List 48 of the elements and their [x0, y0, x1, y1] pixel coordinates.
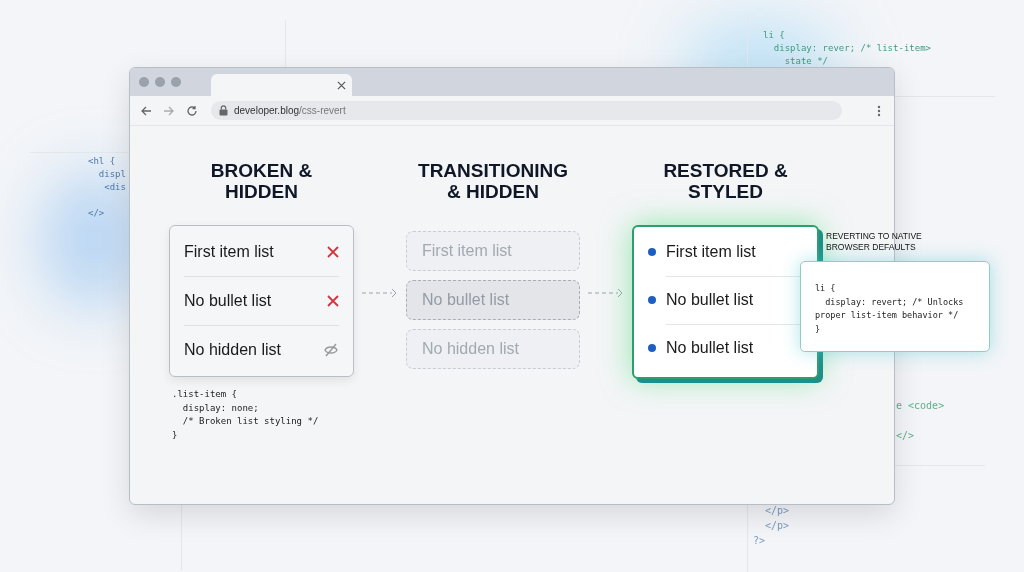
bullet-icon — [648, 344, 656, 352]
menu-icon[interactable] — [877, 104, 881, 117]
list-item: No bullet list — [666, 339, 754, 357]
dashed-arrow-icon — [362, 288, 398, 298]
reload-icon[interactable] — [186, 104, 198, 117]
column-title: TRANSITIONING & HIDDEN — [418, 160, 568, 204]
code-line: </p> — [764, 504, 790, 518]
code-line: <dis — [103, 181, 126, 194]
faded-list-item: No hidden list — [406, 329, 580, 369]
code-line: /* Broken list styling */ — [181, 415, 319, 428]
faded-list-item: No bullet list — [406, 280, 580, 320]
address-bar[interactable]: developer.blog/css-revert — [211, 101, 842, 120]
list-item: First item list — [666, 243, 756, 261]
code-line: li { — [815, 282, 837, 295]
code-line: li { — [763, 29, 786, 42]
code-line: e <code> — [896, 399, 945, 413]
list-item: No hidden list — [184, 341, 281, 359]
code-line: displ — [97, 168, 126, 181]
code-line: <hl { — [88, 155, 117, 168]
lock-icon — [219, 105, 228, 116]
code-line: .list-item { — [172, 388, 239, 401]
list-item: No bullet list — [184, 292, 272, 310]
eye-off-icon — [323, 342, 339, 358]
code-line: } — [172, 428, 179, 442]
code-line: </> — [88, 207, 106, 220]
code-line: display: revert; /* Unlocks — [824, 295, 965, 309]
bullet-icon — [648, 248, 656, 256]
code-line: ?> — [753, 534, 767, 548]
callout-label: REVERTING TO NATIVE BROWSER DEFAULTS — [826, 231, 922, 253]
bullet-icon — [648, 296, 656, 304]
cross-icon — [327, 246, 339, 258]
code-line: state */ — [783, 55, 830, 68]
cross-icon — [327, 295, 339, 307]
faded-list-item: First item list — [406, 231, 580, 271]
code-line: </> — [896, 429, 916, 443]
column-title: RESTORED & STYLED — [663, 160, 788, 204]
code-line: display: none; — [181, 401, 260, 415]
close-icon[interactable] — [337, 80, 346, 90]
code-line: </p> — [764, 519, 790, 533]
dashed-arrow-icon — [588, 288, 624, 298]
back-icon[interactable] — [140, 104, 152, 117]
list-item: No bullet list — [666, 291, 754, 309]
column-title: BROKEN & HIDDEN — [210, 160, 313, 204]
url-text: developer.blog/css-revert — [234, 105, 346, 116]
list-item: First item list — [184, 243, 274, 261]
code-line: } — [815, 322, 822, 336]
code-line: proper list-item behavior */ — [815, 309, 960, 322]
code-line: display: rever; /* list-item> — [772, 42, 931, 55]
